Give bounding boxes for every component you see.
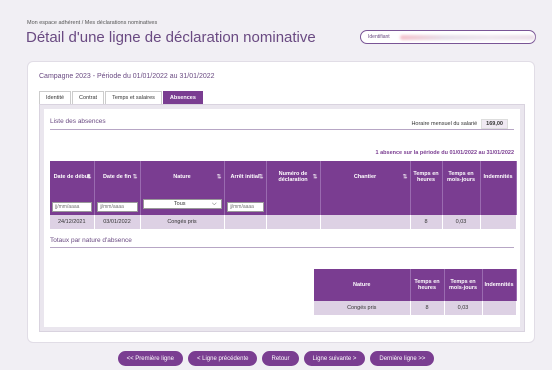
tab-identite[interactable]: Identité — [39, 91, 72, 104]
tab-panel: Liste des absences Horaire mensuel du sa… — [39, 104, 525, 332]
absences-panel: Liste des absences Horaire mensuel du sa… — [44, 109, 520, 327]
totaux-table: Nature Temps en heures Temps en mois-jou… — [314, 269, 517, 315]
filter-nature-select[interactable]: Tous ⌵ — [142, 199, 222, 209]
back-button[interactable]: Retour — [262, 351, 299, 366]
breadcrumb[interactable]: Mon espace adhérent / Mes déclarations n… — [27, 20, 157, 26]
identifiant-field: Identifiant — [360, 30, 536, 44]
first-line-button[interactable]: << Première ligne — [117, 351, 183, 366]
col-arret-initial[interactable]: Arrêt initial ⇅ — [224, 161, 267, 193]
section-title-absences: Liste des absences — [50, 118, 106, 125]
sort-icon[interactable]: ⇅ — [312, 174, 317, 181]
tab-contrat[interactable]: Contrat — [72, 91, 105, 104]
filter-arret-initial[interactable] — [226, 202, 264, 212]
sort-icon[interactable]: ⇅ — [132, 174, 137, 181]
table-row: Congés pris 8 0,03 — [314, 301, 517, 315]
col-temps-mois-jours: Temps en mois-jours — [444, 269, 483, 301]
horaire-mensuel: Horaire mensuel du salarié 169,00 — [411, 119, 508, 129]
col-nature: Nature — [314, 269, 411, 301]
col-numero-declaration[interactable]: Numéro de déclaration ⇅ — [266, 161, 321, 193]
section-title-totaux: Totaux par nature d'absence — [50, 237, 132, 244]
table-row: 24/12/2021 03/01/2022 Congés pris 8 0,03 — [50, 215, 517, 229]
sort-icon[interactable]: ⇅ — [402, 174, 407, 181]
last-line-button[interactable]: Dernière ligne >> — [370, 351, 435, 366]
filter-date-debut[interactable] — [52, 202, 92, 212]
absences-table: Date de début ⇅ Date de fin ⇅ Nature ⇅ Arrê… — [50, 161, 517, 229]
tab-bar: Identité Contrat Temps et salaires Absen… — [39, 91, 204, 104]
next-line-button[interactable]: Ligne suivante > — [303, 351, 366, 366]
chevron-down-icon: ⌵ — [211, 200, 217, 207]
col-chantier[interactable]: Chantier ⇅ — [320, 161, 411, 193]
col-date-fin[interactable]: Date de fin ⇅ — [94, 161, 141, 193]
absence-count: 1 absence sur la période du 01/01/2022 a… — [375, 150, 515, 156]
page-title: Détail d'une ligne de déclaration nomina… — [26, 29, 316, 46]
col-temps-heures: Temps en heures — [410, 269, 445, 301]
horaire-label: Horaire mensuel du salarié — [411, 121, 478, 127]
campagne-period: Campagne 2023 - Période du 01/01/2022 au… — [39, 73, 215, 80]
col-indemnites: Indemnités — [480, 161, 517, 193]
divider — [50, 247, 514, 248]
sort-icon[interactable]: ⇅ — [216, 174, 221, 181]
col-date-debut[interactable]: Date de début ⇅ — [50, 161, 95, 193]
col-temps-mois-jours: Temps en mois-jours — [442, 161, 481, 193]
tab-absences[interactable]: Absences — [162, 91, 203, 104]
sort-icon[interactable]: ⇅ — [86, 174, 91, 181]
footer-nav: << Première ligne < Ligne précédente Ret… — [0, 351, 552, 366]
divider — [50, 129, 514, 130]
main-card: Campagne 2023 - Période du 01/01/2022 au… — [27, 61, 535, 343]
previous-line-button[interactable]: < Ligne précédente — [187, 351, 258, 366]
identifiant-label: Identifiant — [368, 34, 390, 40]
filter-date-fin[interactable] — [96, 202, 138, 212]
tab-temps-salaires[interactable]: Temps et salaires — [105, 91, 162, 104]
sort-icon[interactable]: ⇅ — [258, 174, 263, 181]
col-nature[interactable]: Nature ⇅ — [140, 161, 225, 193]
col-temps-heures: Temps en heures — [410, 161, 443, 193]
horaire-value: 169,00 — [481, 119, 508, 129]
col-indemnites: Indemnités — [482, 269, 517, 301]
identifiant-redacted-value — [399, 34, 535, 40]
